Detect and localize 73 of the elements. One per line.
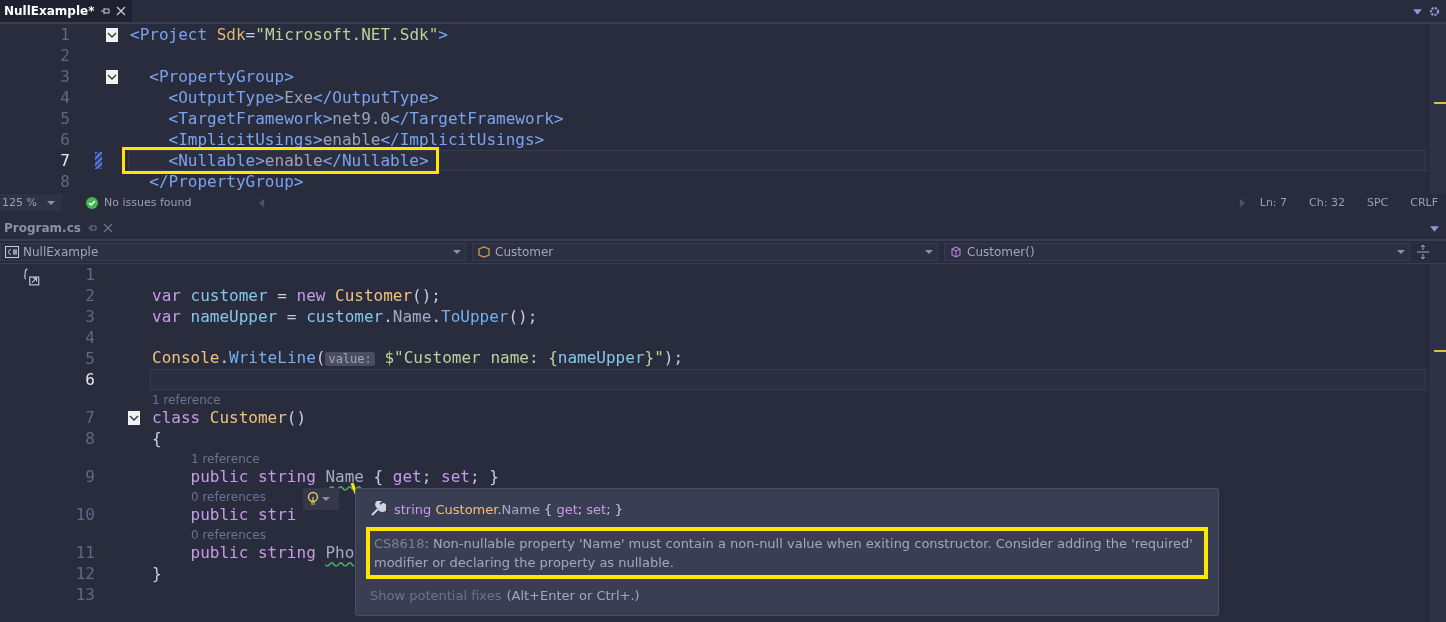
check-circle-icon — [86, 196, 98, 209]
code-line: Console.WriteLine( value: $"Customer name: {nameUpper}"); — [152, 348, 684, 369]
light-bulb-icon — [307, 491, 319, 507]
vertical-scrollbar[interactable] — [1430, 24, 1446, 194]
code-line: public stri — [189, 505, 297, 524]
caret-icon — [46, 198, 55, 207]
line-number: 1 — [84, 265, 95, 284]
code-line: </PropertyGroup> — [148, 172, 304, 191]
navigation-dropdown[interactable]: Customer() — [944, 243, 1410, 261]
settings-icon[interactable] — [1429, 5, 1440, 17]
class-icon — [477, 246, 491, 258]
line-number: 3 — [84, 307, 95, 326]
line-number: 9 — [84, 467, 95, 486]
line-number: 11 — [74, 543, 95, 562]
line-number: 7 — [59, 151, 70, 170]
line-number: 10 — [74, 505, 95, 524]
line-number: 8 — [84, 429, 95, 448]
signature-text: string Customer.Name { get; set; } — [394, 501, 623, 517]
line-number: 7 — [84, 408, 95, 427]
code-line: <PropertyGroup> — [148, 67, 294, 86]
light-bulb-button[interactable] — [303, 488, 339, 510]
line-number: 4 — [59, 88, 70, 107]
line-number: 4 — [84, 328, 95, 347]
vertical-scrollbar[interactable] — [1430, 264, 1446, 622]
reference-count-link[interactable]: 1 reference — [152, 393, 221, 407]
caret-icon — [453, 248, 461, 256]
reference-count-link[interactable]: 1 reference — [191, 452, 260, 466]
code-line: var nameUpper = customer.Name.ToUpper(); — [152, 307, 538, 326]
line-number: 6 — [59, 130, 70, 149]
line-number: 1 — [59, 25, 70, 44]
code-line: public string Pho — [189, 543, 355, 562]
code-line: <ImplicitUsings>enable</ImplicitUsings> — [167, 130, 545, 149]
csharp-file-icon — [5, 246, 19, 258]
zoom-dropdown[interactable]: 125 % — [0, 194, 62, 211]
code-line: <TargetFramework>net9.0</TargetFramework> — [167, 109, 564, 128]
navigation-dropdown[interactable]: NullExample — [0, 243, 466, 261]
line-number: 8 — [59, 172, 70, 191]
line-number: 13 — [74, 585, 95, 604]
error-message: CS8618: Non-nullable property 'Name' must contain a non-null value when exiting constructor. Consider adding the 'required' modifier or declaring the property as nullable. — [370, 531, 1204, 575]
fold-toggle[interactable] — [106, 27, 118, 42]
caret-icon — [322, 495, 330, 503]
reference-count-link[interactable]: 0 references — [191, 528, 266, 542]
line-number: 12 — [74, 564, 95, 583]
scope-icon — [22, 268, 42, 286]
fold-toggle[interactable] — [106, 69, 118, 84]
issues-status[interactable]: No issues found — [104, 196, 252, 209]
status-item[interactable]: SPC — [1358, 196, 1397, 209]
code-line: <Project Sdk="Microsoft.NET.Sdk"> — [130, 25, 448, 44]
line-number: 3 — [59, 67, 70, 86]
code-line: { — [152, 429, 162, 448]
split-editor-icon[interactable] — [1416, 244, 1430, 260]
line-number: 5 — [59, 109, 70, 128]
caret-icon — [1397, 248, 1405, 256]
caret-icon — [925, 248, 933, 256]
shortcut-hint: (Alt+Enter or Ctrl+.) — [506, 588, 640, 603]
line-number: 6 — [84, 370, 95, 389]
line-number: 2 — [84, 286, 95, 305]
code-line: <OutputType>Exe</OutputType> — [167, 88, 439, 107]
status-item[interactable]: Ch: 32 — [1301, 196, 1353, 209]
cube-icon — [949, 246, 963, 258]
reference-count-link[interactable]: 0 references — [191, 490, 266, 504]
error-code-link[interactable]: CS8618 — [374, 536, 425, 551]
wrench-icon — [370, 501, 386, 517]
line-number: 2 — [59, 46, 70, 65]
code-line: class Customer() — [152, 408, 307, 427]
navigation-dropdown[interactable]: Customer — [472, 243, 938, 261]
status-item[interactable]: Ln: 7 — [1251, 196, 1296, 209]
status-item[interactable]: CRLF — [1402, 196, 1446, 209]
code-line: } — [152, 564, 162, 583]
line-number: 5 — [84, 349, 95, 368]
code-line: var customer = new Customer(); — [152, 286, 441, 305]
code-line: public string Name { get; set; } — [189, 467, 499, 486]
fold-toggle[interactable] — [128, 410, 140, 425]
